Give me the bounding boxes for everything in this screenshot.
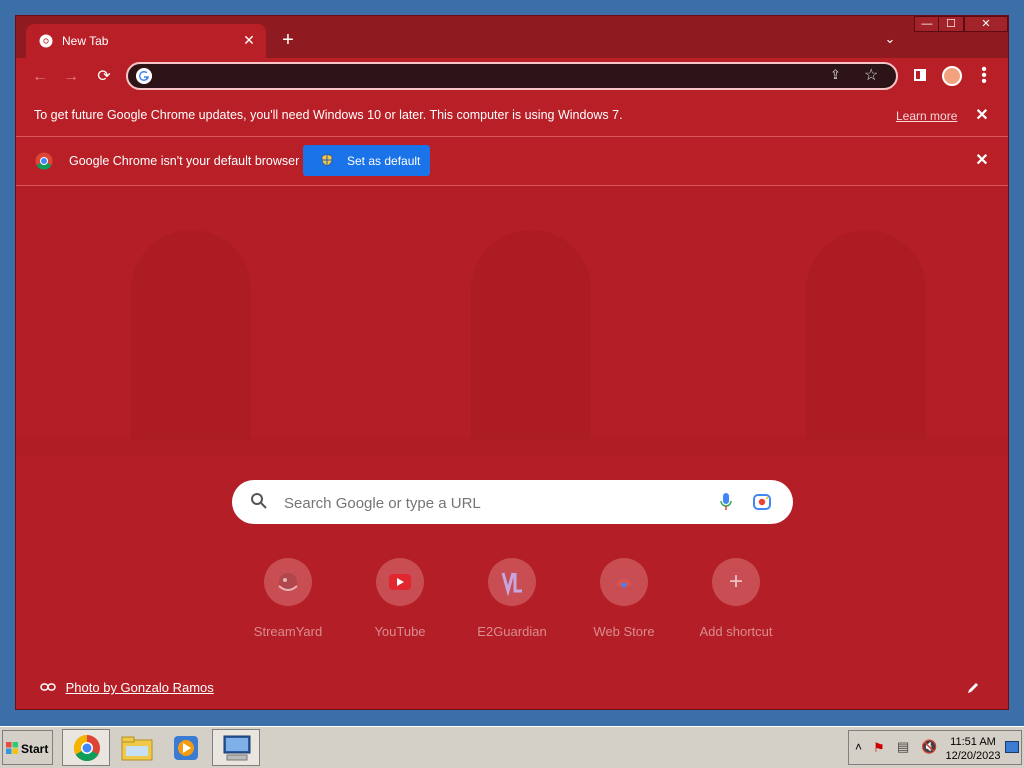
taskbar-chrome[interactable] (62, 729, 110, 766)
chrome-taskbar-icon (73, 734, 100, 762)
shield-icon (321, 153, 333, 167)
default-browser-message: Google Chrome isn't your default browser (69, 154, 300, 168)
tab-close-icon[interactable]: ✕ (240, 31, 258, 49)
volume-muted-icon[interactable]: 🔇 (921, 739, 937, 755)
minimize-button[interactable]: — (914, 16, 940, 32)
chrome-logo-icon (35, 152, 53, 170)
forward-button[interactable]: → (59, 65, 83, 89)
web-store-icon (600, 558, 648, 606)
omnibox-input[interactable] (158, 66, 822, 88)
customize-pencil-icon[interactable] (966, 681, 980, 695)
taskbar-file-explorer[interactable] (113, 729, 161, 766)
taskbar-remote-desktop[interactable] (212, 729, 260, 766)
ntp-search-box[interactable] (232, 480, 793, 524)
shortcut-label: YouTube (374, 624, 426, 639)
update-infobar: To get future Google Chrome updates, you… (16, 95, 1008, 137)
shortcut-e2guardian[interactable]: E2Guardian (456, 558, 568, 648)
plus-icon: + (728, 568, 743, 595)
new-tab-button[interactable]: + (278, 30, 298, 50)
background-band (16, 436, 1008, 456)
shortcut-label: E2Guardian (477, 624, 547, 639)
microphone-icon[interactable] (719, 492, 733, 512)
omnibox[interactable]: ⇪ ☆ (126, 62, 898, 90)
streamyard-icon (264, 558, 312, 606)
photo-credit[interactable]: Photo by Gonzalo Ramos (40, 680, 214, 695)
taskbar: Start ˄ ⚑ ▤ 🔇 11:51 AM 12/20/2023 (0, 726, 1024, 768)
media-player-icon (174, 736, 198, 760)
new-tab-page: StreamYard YouTube E2Guardian (16, 186, 1008, 709)
back-button[interactable]: ← (28, 65, 52, 89)
maximize-button[interactable]: ☐ (938, 16, 964, 32)
show-desktop-icon[interactable] (1005, 741, 1019, 753)
update-message: To get future Google Chrome updates, you… (34, 108, 623, 122)
windows-flag-icon (6, 742, 18, 754)
window-close-button[interactable]: ✕ (964, 16, 1008, 32)
clock[interactable]: 11:51 AM 12/20/2023 (945, 735, 1001, 763)
photo-credit-link[interactable]: Photo by Gonzalo Ramos (66, 680, 214, 695)
add-shortcut-icon: + (712, 558, 760, 606)
tab-search-icon[interactable]: ⌄ (880, 31, 900, 51)
set-as-default-label: Set as default (347, 154, 421, 168)
chrome-window: New Tab ✕ + ⌄ — ☐ ✕ ← → ⟳ ⇪ ☆ • • • To get… (15, 15, 1009, 710)
tab-new-tab[interactable]: New Tab ✕ (26, 24, 266, 58)
set-as-default-button[interactable]: Set as default (303, 145, 430, 176)
background-arch (131, 230, 251, 440)
chrome-favicon-icon (39, 34, 53, 48)
side-panel-icon[interactable] (914, 69, 926, 81)
google-lens-icon[interactable] (752, 492, 772, 512)
shortcut-add[interactable]: + Add shortcut (680, 558, 792, 648)
start-label: Start (21, 742, 49, 756)
taskbar-media-player[interactable] (162, 729, 210, 766)
search-icon (251, 493, 267, 509)
bookmark-star-icon[interactable]: ☆ (864, 65, 878, 85)
clock-time: 11:51 AM (950, 736, 996, 748)
folder-icon (121, 736, 153, 761)
show-hidden-icons-icon[interactable]: ˄ (855, 740, 862, 754)
default-browser-infobar: Google Chrome isn't your default browser… (16, 137, 1008, 186)
shortcut-label: Web Store (593, 624, 655, 639)
e2guardian-icon (488, 558, 536, 606)
youtube-icon (376, 558, 424, 606)
share-icon[interactable]: ⇪ (830, 67, 841, 83)
shortcut-youtube[interactable]: YouTube (344, 558, 456, 648)
learn-more-link[interactable]: Learn more (896, 109, 957, 123)
action-center-flag-icon[interactable]: ⚑ (873, 740, 885, 756)
background-arch (806, 230, 926, 440)
default-infobar-close-icon[interactable]: ✕ (974, 153, 990, 169)
update-infobar-close-icon[interactable]: ✕ (974, 108, 990, 124)
shortcut-label: StreamYard (253, 624, 323, 639)
profile-avatar[interactable] (942, 66, 962, 86)
shortcut-label: Add shortcut (699, 624, 773, 639)
clock-date: 12/20/2023 (945, 750, 1001, 762)
remote-desktop-icon (223, 735, 251, 761)
network-icon[interactable]: ▤ (897, 739, 909, 755)
chrome-menu-button[interactable]: • • • (979, 62, 989, 90)
start-button[interactable]: Start (2, 730, 53, 765)
system-tray: ˄ ⚑ ▤ 🔇 11:51 AM 12/20/2023 (848, 730, 1022, 765)
background-arch (471, 230, 591, 440)
link-icon (40, 683, 56, 691)
shortcut-web-store[interactable]: Web Store (568, 558, 680, 648)
title-bar: New Tab ✕ + ⌄ — ☐ ✕ (16, 16, 1008, 58)
google-g-icon (136, 68, 152, 84)
toolbar: ← → ⟳ ⇪ ☆ • • • (16, 58, 1008, 95)
tab-title: New Tab (62, 34, 109, 48)
reload-button[interactable]: ⟳ (92, 65, 116, 89)
shortcut-streamyard[interactable]: StreamYard (232, 558, 344, 648)
ntp-search-input[interactable] (282, 492, 706, 514)
